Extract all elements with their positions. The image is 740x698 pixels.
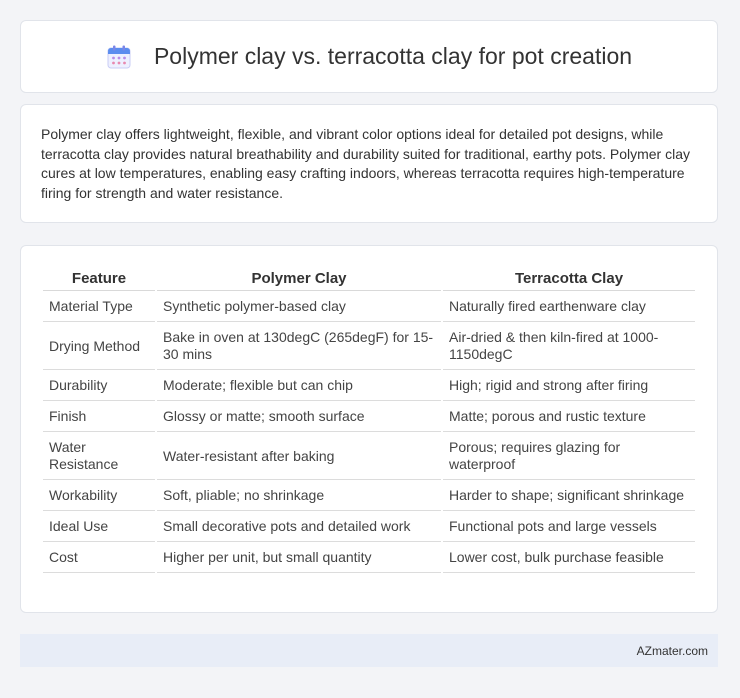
header-polymer-clay: Polymer Clay — [157, 267, 441, 291]
table-row: Workability Soft, pliable; no shrinkage … — [43, 480, 695, 511]
row-polymer-value: Higher per unit, but small quantity — [157, 542, 441, 573]
row-feature: Water Resistance — [43, 432, 155, 480]
table-row: Cost Higher per unit, but small quantity… — [43, 542, 695, 573]
row-feature: Cost — [43, 542, 155, 573]
footer-brand: AZmater.com — [636, 643, 708, 658]
row-polymer-value: Soft, pliable; no shrinkage — [157, 480, 441, 511]
table-row: Finish Glossy or matte; smooth surface M… — [43, 401, 695, 432]
comparison-table: Feature Polymer Clay Terracotta Clay Mat… — [41, 267, 697, 573]
row-feature: Finish — [43, 401, 155, 432]
row-terracotta-value: Air-dried & then kiln-fired at 1000-1150… — [443, 322, 695, 370]
page-title: Polymer clay vs. terracotta clay for pot… — [153, 43, 633, 69]
row-polymer-value: Small decorative pots and detailed work — [157, 511, 441, 542]
table-row: Durability Moderate; flexible but can ch… — [43, 370, 695, 401]
table-header-row: Feature Polymer Clay Terracotta Clay — [43, 267, 695, 291]
row-terracotta-value: Functional pots and large vessels — [443, 511, 695, 542]
intro-card: Polymer clay offers lightweight, flexibl… — [20, 104, 718, 223]
title-card: Polymer clay vs. terracotta clay for pot… — [20, 20, 718, 93]
row-feature: Drying Method — [43, 322, 155, 370]
table-row: Ideal Use Small decorative pots and deta… — [43, 511, 695, 542]
footer: AZmater.com — [20, 634, 718, 667]
row-polymer-value: Water-resistant after baking — [157, 432, 441, 480]
row-terracotta-value: Matte; porous and rustic texture — [443, 401, 695, 432]
row-terracotta-value: Harder to shape; significant shrinkage — [443, 480, 695, 511]
row-polymer-value: Synthetic polymer-based clay — [157, 291, 441, 322]
table-row: Water Resistance Water-resistant after b… — [43, 432, 695, 480]
row-feature: Material Type — [43, 291, 155, 322]
row-polymer-value: Moderate; flexible but can chip — [157, 370, 441, 401]
header-feature: Feature — [43, 267, 155, 291]
comparison-card: Feature Polymer Clay Terracotta Clay Mat… — [20, 245, 718, 613]
intro-paragraph: Polymer clay offers lightweight, flexibl… — [41, 126, 690, 201]
table-row: Material Type Synthetic polymer-based cl… — [43, 291, 695, 322]
row-feature: Durability — [43, 370, 155, 401]
row-terracotta-value: Naturally fired earthenware clay — [443, 291, 695, 322]
row-polymer-value: Bake in oven at 130degC (265degF) for 15… — [157, 322, 441, 370]
row-polymer-value: Glossy or matte; smooth surface — [157, 401, 441, 432]
row-feature: Ideal Use — [43, 511, 155, 542]
calendar-icon — [107, 45, 131, 68]
header-terracotta-clay: Terracotta Clay — [443, 267, 695, 291]
row-terracotta-value: High; rigid and strong after firing — [443, 370, 695, 401]
row-feature: Workability — [43, 480, 155, 511]
row-terracotta-value: Lower cost, bulk purchase feasible — [443, 542, 695, 573]
table-row: Drying Method Bake in oven at 130degC (2… — [43, 322, 695, 370]
row-terracotta-value: Porous; requires glazing for waterproof — [443, 432, 695, 480]
